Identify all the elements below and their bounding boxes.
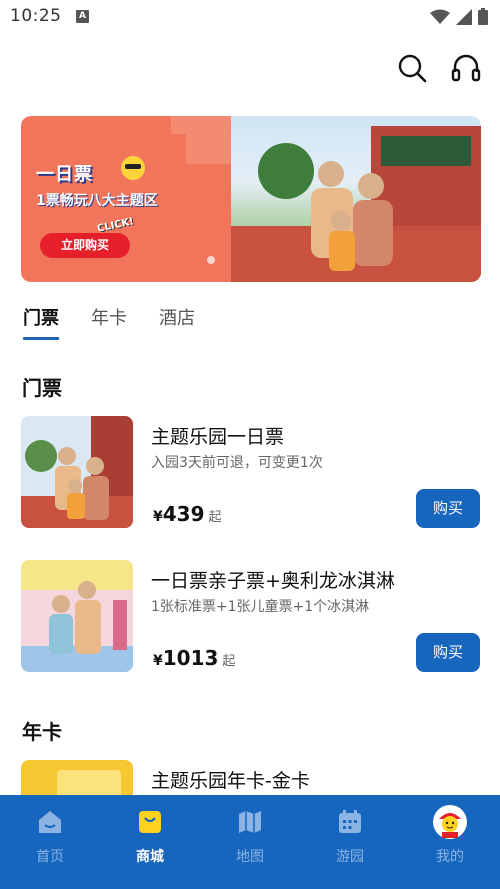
status-bar: 10:25 A	[0, 0, 500, 34]
nav-item-store[interactable]: 商城	[100, 795, 200, 889]
nav-label: 游园	[336, 849, 364, 865]
buy-button[interactable]: 购买	[416, 489, 480, 528]
tab-hotel[interactable]: 酒店	[159, 304, 195, 338]
nav-label: 商城	[136, 849, 164, 865]
banner-dot[interactable]	[207, 256, 215, 264]
currency-symbol: ¥	[153, 653, 163, 669]
nav-item-map[interactable]: 地图	[200, 795, 300, 889]
notification-icon: A	[76, 10, 89, 23]
bottom-navigation: 首页 商城 地图 游园 我的	[0, 795, 500, 889]
product-image	[21, 416, 133, 528]
signal-icon	[456, 8, 472, 25]
banner-buy-button[interactable]: 立即购买	[40, 233, 130, 258]
buy-button[interactable]: 购买	[416, 633, 480, 672]
calendar-icon	[339, 810, 361, 833]
customer-service-button[interactable]	[450, 52, 482, 84]
battery-icon	[478, 8, 488, 25]
shopping-bag-icon	[139, 811, 161, 833]
section-title-tickets: 门票	[22, 376, 62, 400]
product-card[interactable]: 主题乐园一日票 入园3天前可退，可变更1次 ¥439 起 购买	[21, 416, 481, 528]
nav-label: 我的	[436, 849, 464, 865]
map-icon	[239, 811, 261, 833]
nav-item-profile[interactable]: 我的	[400, 795, 500, 889]
wifi-icon	[430, 9, 450, 24]
home-icon	[39, 811, 61, 833]
currency-symbol: ¥	[153, 509, 163, 525]
nav-label: 首页	[36, 849, 64, 865]
section-title-annual-pass: 年卡	[22, 720, 62, 744]
banner-photo	[221, 116, 481, 282]
product-image	[21, 560, 133, 672]
banner-subtitle: 1票畅玩八大主题区	[36, 193, 158, 209]
tab-annual-pass[interactable]: 年卡	[91, 304, 127, 338]
nav-label: 地图	[236, 849, 264, 865]
product-name: 一日票亲子票+奥利龙冰淇淋	[151, 570, 395, 592]
product-card[interactable]: 一日票亲子票+奥利龙冰淇淋 1张标准票+1张儿童票+1个冰淇淋 ¥1013 起 购…	[21, 560, 481, 672]
status-time: 10:25	[10, 6, 62, 26]
status-indicators	[430, 8, 488, 25]
price-suffix: 起	[208, 510, 222, 525]
product-description: 1张标准票+1张儿童票+1个冰淇淋	[151, 599, 370, 615]
category-tabs: 门票 年卡 酒店	[23, 304, 195, 340]
headset-icon	[451, 54, 481, 82]
nav-item-visit[interactable]: 游园	[300, 795, 400, 889]
product-price: ¥439 起	[153, 502, 222, 526]
search-icon	[398, 54, 427, 83]
avatar-icon	[433, 805, 467, 839]
product-name: 主题乐园一日票	[151, 426, 285, 448]
price-value: 439	[162, 502, 205, 526]
family-photo-illustration	[221, 126, 481, 282]
product-name: 主题乐园年卡-金卡	[151, 770, 310, 792]
product-price: ¥1013 起	[153, 646, 235, 670]
search-button[interactable]	[396, 52, 428, 84]
promo-banner[interactable]: 一日票 1票畅玩八大主题区 CLICK! 立即购买	[21, 116, 481, 282]
nav-item-home[interactable]: 首页	[0, 795, 100, 889]
price-suffix: 起	[222, 654, 236, 669]
product-description: 入园3天前可退，可变更1次	[151, 455, 323, 471]
banner-pagination	[207, 256, 215, 264]
banner-title: 一日票	[36, 164, 93, 185]
price-value: 1013	[162, 646, 219, 670]
tab-tickets[interactable]: 门票	[23, 304, 59, 340]
